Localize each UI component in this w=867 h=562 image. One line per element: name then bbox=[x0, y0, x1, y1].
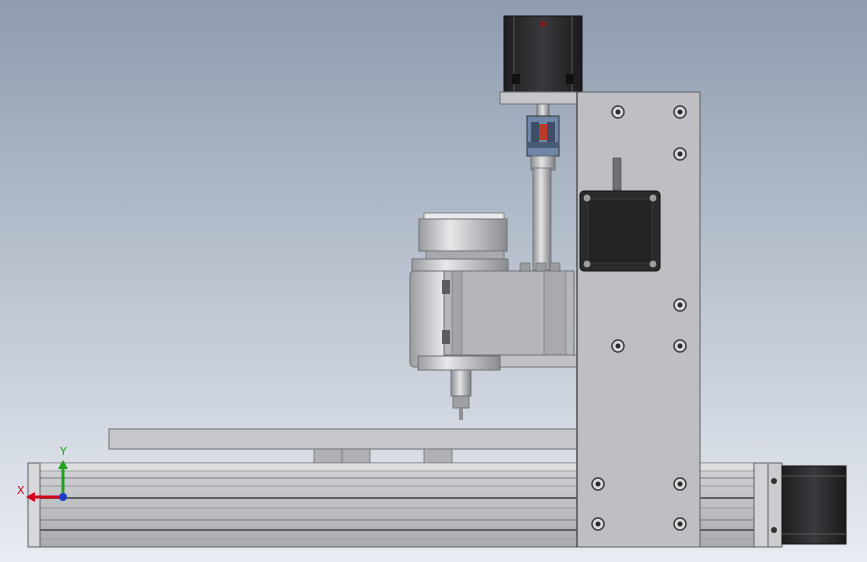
screw-head-icon bbox=[595, 521, 601, 527]
clamp-bolt-icon bbox=[442, 330, 450, 344]
screw-hole-icon bbox=[771, 527, 777, 533]
triad-y-label: Y bbox=[59, 445, 67, 458]
screw-head-icon bbox=[615, 343, 621, 349]
screw-hole-icon bbox=[582, 193, 592, 203]
coupling-spider bbox=[539, 124, 547, 140]
motor-shaft bbox=[612, 157, 622, 191]
shaft-coupling[interactable] bbox=[526, 115, 560, 157]
screw-hole-icon bbox=[771, 478, 777, 484]
motor-mount-plate bbox=[499, 91, 585, 105]
screw-head-icon bbox=[595, 481, 601, 487]
z-axis-dot bbox=[59, 493, 67, 501]
z-carriage[interactable] bbox=[442, 262, 579, 368]
z-axis-stepper-motor[interactable] bbox=[503, 15, 583, 93]
screw-head-icon bbox=[677, 481, 683, 487]
screw-head-icon bbox=[677, 109, 683, 115]
screw-head-icon bbox=[677, 521, 683, 527]
screw-hole-icon bbox=[648, 193, 658, 203]
bed-slider-block bbox=[423, 448, 453, 464]
bed-slider-block bbox=[341, 448, 371, 464]
cad-model-view[interactable]: Y X bbox=[0, 0, 867, 562]
z-guide-rod bbox=[532, 167, 552, 271]
work-bed-plate[interactable] bbox=[108, 428, 580, 450]
motor-indicator-icon bbox=[540, 21, 546, 27]
screw-hole-icon bbox=[648, 259, 658, 269]
screw-hole-icon bbox=[582, 259, 592, 269]
cad-viewport[interactable]: Y X bbox=[0, 0, 867, 562]
clamp-bolt-icon bbox=[442, 280, 450, 294]
screw-head-icon bbox=[677, 343, 683, 349]
bed-slider-block bbox=[313, 448, 343, 464]
screw-head-icon bbox=[677, 302, 683, 308]
x-axis-stepper-motor[interactable] bbox=[767, 462, 847, 548]
screw-head-icon bbox=[615, 109, 621, 115]
triad-x-label: X bbox=[17, 484, 25, 497]
screw-head-icon bbox=[677, 151, 683, 157]
